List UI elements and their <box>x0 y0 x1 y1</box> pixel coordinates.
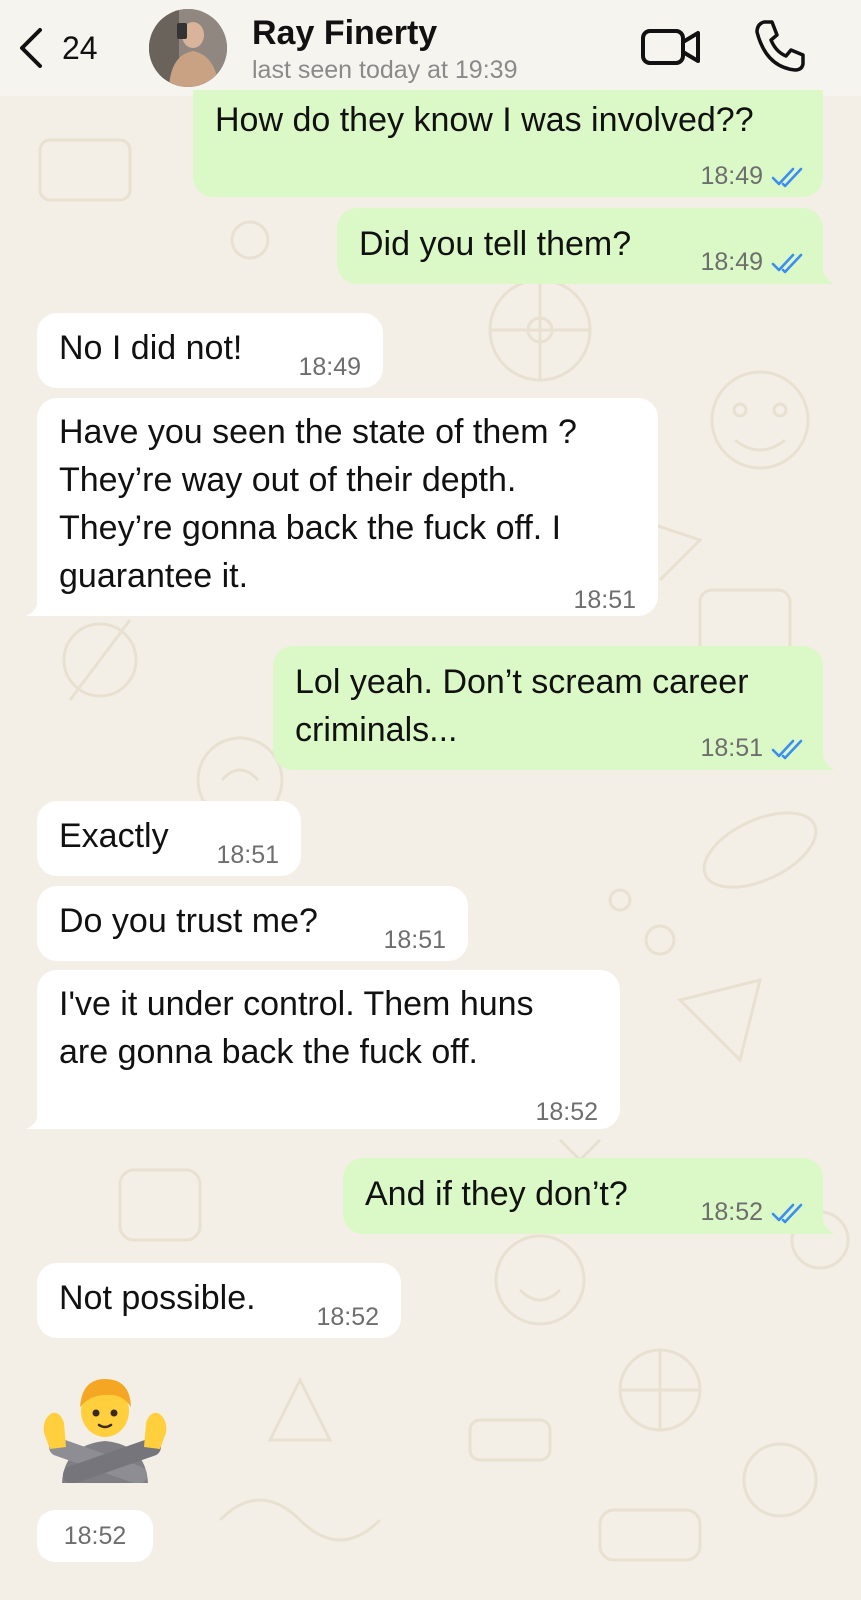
read-receipt-icon <box>771 253 803 273</box>
message-bubble-incoming[interactable]: I've it under control. Them huns are gon… <box>37 970 620 1129</box>
bubble-tail <box>813 744 835 770</box>
message-meta: 18:52 <box>700 1188 805 1237</box>
message-meta: 18:52 <box>316 1293 379 1342</box>
read-receipt-icon <box>771 1203 803 1223</box>
message-time: 18:52 <box>535 1098 598 1126</box>
bubble-tail <box>813 1208 835 1234</box>
message-meta: 18:51 <box>216 831 279 880</box>
message-bubble-outgoing[interactable]: And if they don’t? 18:52 <box>343 1158 823 1234</box>
person-gesturing-no-emoji[interactable] <box>38 1367 172 1483</box>
chevron-left-icon <box>20 28 42 68</box>
bubble-tail <box>26 1103 48 1129</box>
message-bubble-incoming[interactable]: Not possible. 18:52 <box>37 1263 401 1338</box>
message-time: 18:51 <box>573 586 636 614</box>
message-time: 18:49 <box>700 248 763 276</box>
message-bubble-incoming[interactable]: Have you seen the state of them ? They’r… <box>37 398 658 616</box>
video-call-icon[interactable] <box>640 22 702 72</box>
message-meta: 18:52 <box>535 1088 598 1137</box>
message-time: 18:49 <box>298 353 361 381</box>
message-time: 18:49 <box>700 162 763 190</box>
message-meta: 18:51 <box>573 576 636 625</box>
message-text: And if they don’t? <box>365 1175 628 1213</box>
message-text: Lol yeah. Don’t scream career <box>295 663 749 701</box>
message-text: They’re way out of their depth. <box>59 461 517 499</box>
back-button[interactable]: 24 <box>14 22 114 74</box>
message-time: 18:51 <box>216 841 279 869</box>
message-text: Not possible. <box>59 1279 256 1317</box>
message-text: criminals... <box>295 711 458 749</box>
message-bubble-outgoing[interactable]: Did you tell them? 18:49 <box>337 208 823 284</box>
contact-name[interactable]: Ray Finerty <box>252 14 437 53</box>
avatar-photo <box>149 9 227 87</box>
message-time: 18:52 <box>700 1198 763 1226</box>
message-text: are gonna back the fuck off. <box>59 1033 478 1071</box>
message-time: 18:51 <box>700 734 763 762</box>
message-text: Do you trust me? <box>59 902 318 940</box>
message-text: They’re gonna back the fuck off. I <box>59 509 562 547</box>
unread-count: 24 <box>62 29 98 66</box>
message-time: 18:52 <box>63 1521 127 1550</box>
bubble-tail <box>26 590 48 616</box>
message-text: I've it under control. Them huns <box>59 985 534 1023</box>
bubble-tail <box>813 258 835 284</box>
read-receipt-icon <box>771 739 803 759</box>
message-text: Did you tell them? <box>359 225 632 263</box>
message-text: How do they know I was involved?? <box>215 101 754 139</box>
phone-call-icon[interactable] <box>752 18 806 74</box>
message-text: Have you seen the state of them ? <box>59 413 577 451</box>
message-meta: 18:49 <box>298 343 361 392</box>
message-text: guarantee it. <box>59 557 249 595</box>
message-time: 18:52 <box>316 1303 379 1331</box>
message-bubble-outgoing[interactable]: Lol yeah. Don’t scream career criminals.… <box>273 646 823 770</box>
message-meta: 18:49 <box>700 152 805 201</box>
message-text: Exactly <box>59 817 169 855</box>
message-bubble-incoming[interactable]: Do you trust me? 18:51 <box>37 886 468 961</box>
message-bubble-outgoing[interactable]: How do they know I was involved?? 18:49 <box>193 90 823 197</box>
message-bubble-incoming[interactable]: Exactly 18:51 <box>37 801 301 876</box>
message-text: No I did not! <box>59 329 243 367</box>
avatar[interactable] <box>149 9 227 87</box>
chat-header: 24 Ray Finerty last seen today at 19:39 <box>0 0 861 96</box>
message-bubble-incoming[interactable]: No I did not! 18:49 <box>37 313 383 388</box>
message-meta: 18:51 <box>383 916 446 965</box>
message-meta: 18:51 <box>700 724 805 773</box>
last-seen-status: last seen today at 19:39 <box>252 56 518 84</box>
read-receipt-icon <box>771 167 803 187</box>
message-time: 18:51 <box>383 926 446 954</box>
message-time-pill: 18:52 <box>37 1510 153 1562</box>
message-meta: 18:49 <box>700 238 805 287</box>
